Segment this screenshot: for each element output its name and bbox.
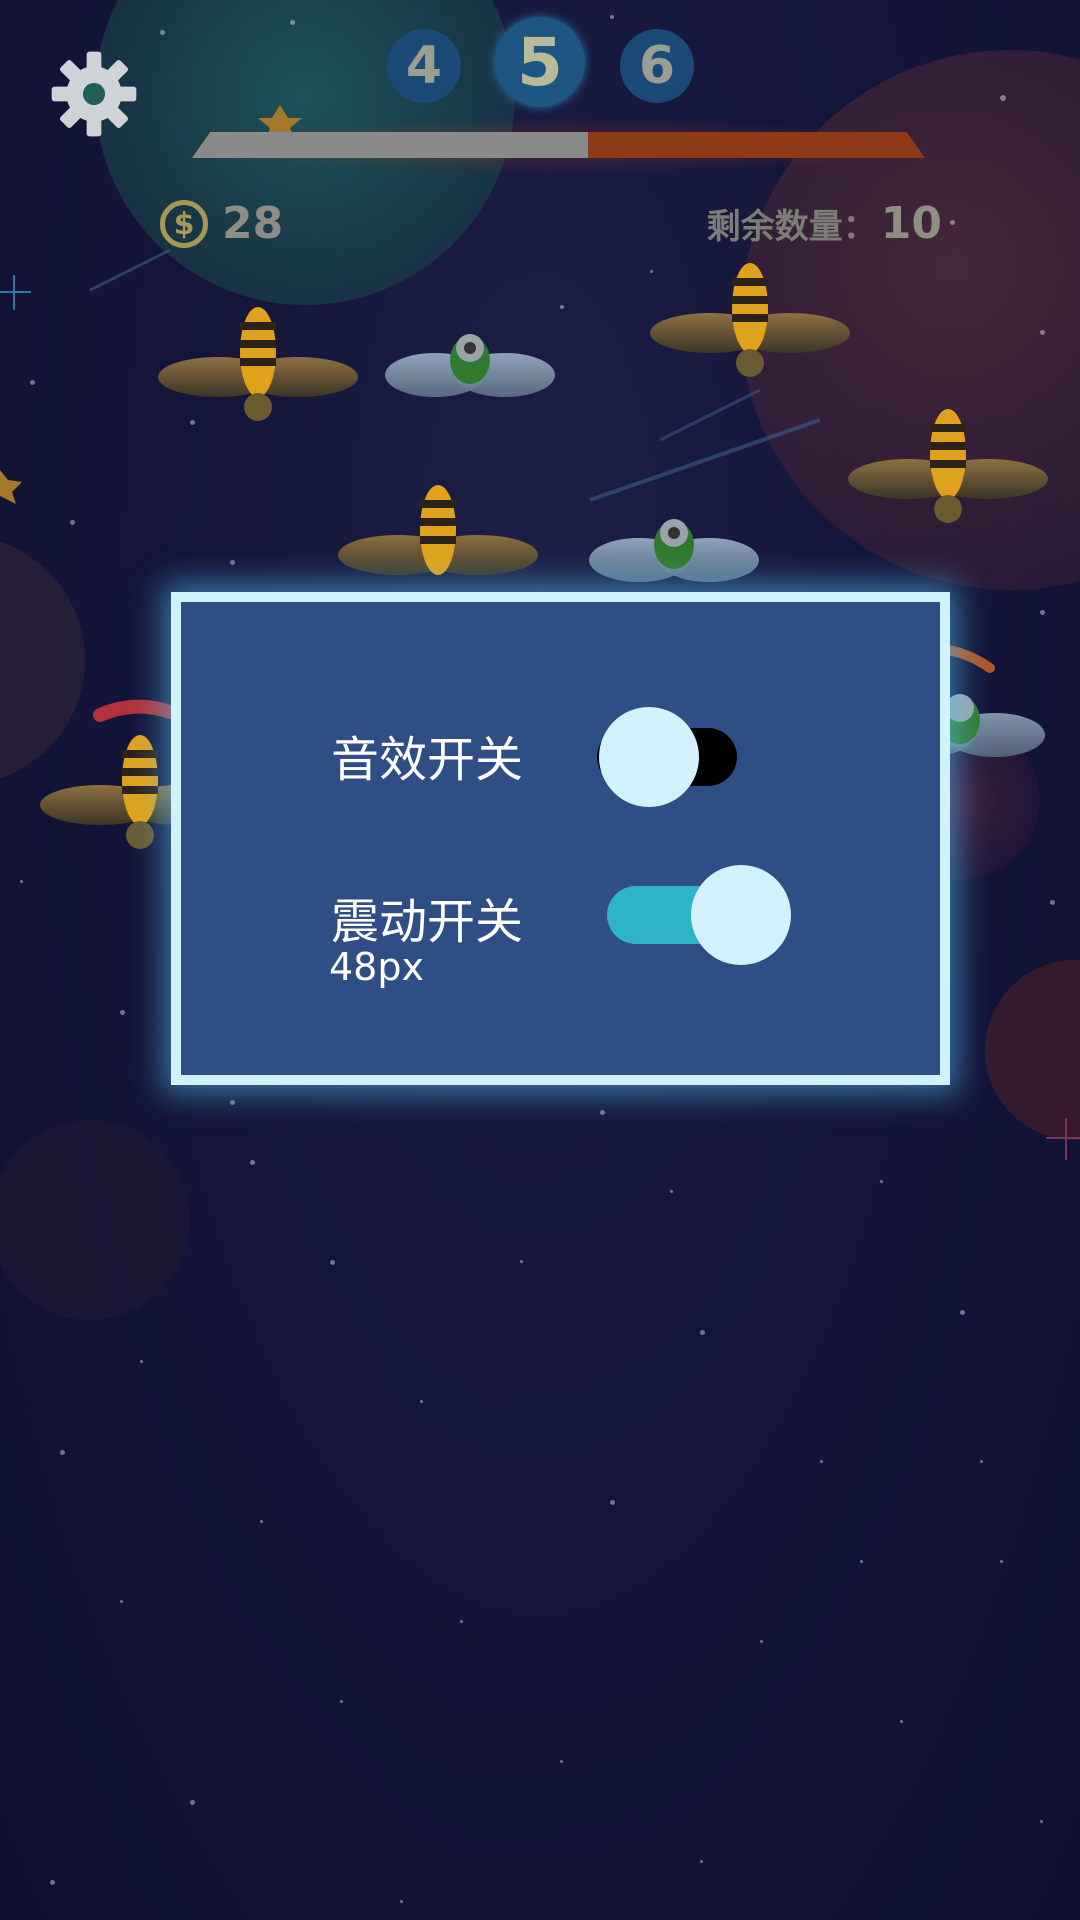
planet-right-pink xyxy=(985,960,1080,1140)
star-dot xyxy=(340,1700,343,1703)
star-dot xyxy=(980,1460,983,1463)
planet-left xyxy=(0,541,85,779)
star-dot xyxy=(600,1110,605,1115)
level-indicator-prev: 4 xyxy=(387,29,461,103)
star-pickup xyxy=(0,470,22,504)
coin-icon: $ xyxy=(160,200,208,248)
star-dot xyxy=(1050,900,1055,905)
star-dot xyxy=(160,30,165,35)
comet-streak xyxy=(89,248,171,292)
star-dot xyxy=(190,1800,195,1805)
vibration-toggle-knob[interactable] xyxy=(691,865,791,965)
star-dot xyxy=(610,15,614,19)
wasp-enemy[interactable] xyxy=(158,307,358,421)
star-dot xyxy=(190,420,195,425)
settings-dialog: 音效开关 震动开关 48px xyxy=(171,592,950,1085)
coin-count: 28 xyxy=(222,198,284,249)
remaining-label: 剩余数量： xyxy=(706,207,877,247)
star-dot xyxy=(140,1360,143,1363)
sound-toggle-knob[interactable] xyxy=(599,707,699,807)
star-dot xyxy=(880,1180,883,1183)
remaining-count: 10 xyxy=(880,198,942,249)
star-dot xyxy=(250,1160,255,1165)
comet-streak xyxy=(659,388,761,442)
planet-bottom-left xyxy=(0,1120,190,1320)
star-dot xyxy=(700,1860,703,1863)
star-dot xyxy=(230,1100,235,1105)
star-dot xyxy=(1040,330,1045,335)
star-dot xyxy=(670,1190,673,1193)
level-progress-bar xyxy=(192,132,925,158)
star-dot xyxy=(50,1880,55,1885)
fly-enemy[interactable] xyxy=(385,334,555,397)
star-dot xyxy=(520,1260,523,1263)
fly-enemy[interactable] xyxy=(589,519,759,582)
vibration-toggle-label: 震动开关 xyxy=(331,894,524,950)
vibration-note: 48px xyxy=(329,945,424,989)
star-dot xyxy=(20,880,23,883)
star-dot xyxy=(420,1400,423,1403)
star-dot xyxy=(1000,95,1006,101)
sound-toggle-label: 音效开关 xyxy=(331,732,524,788)
wasp-enemy[interactable] xyxy=(338,485,538,575)
enemy-health-bar xyxy=(93,699,177,722)
star-dot xyxy=(820,1460,823,1463)
enemy-health-bar xyxy=(943,645,995,673)
star-dot xyxy=(900,1720,903,1723)
star-dot xyxy=(760,1640,763,1643)
gear-icon[interactable] xyxy=(48,48,140,140)
star-dot xyxy=(330,1260,335,1265)
star-dot xyxy=(610,1500,615,1505)
star-dot xyxy=(260,1520,263,1523)
star-dot xyxy=(460,1620,463,1623)
star-dot xyxy=(1000,1560,1003,1563)
star-dot xyxy=(1040,1820,1043,1823)
level-indicator-next: 6 xyxy=(620,29,694,103)
star-dot xyxy=(560,1760,563,1763)
star-dot xyxy=(950,220,955,225)
star-dot xyxy=(860,1560,863,1563)
star-dot xyxy=(230,560,235,565)
level-indicator-current: 5 xyxy=(495,17,585,107)
star-dot xyxy=(290,20,295,25)
star-dot xyxy=(70,520,75,525)
star-dot xyxy=(120,1600,123,1603)
star-dot xyxy=(650,270,653,273)
star-dot xyxy=(60,1450,65,1455)
star-dot xyxy=(700,1330,705,1335)
level-progress-fill xyxy=(192,132,588,158)
star-dot xyxy=(1040,610,1045,615)
star-dot xyxy=(400,1900,403,1903)
star-dot xyxy=(30,380,35,385)
remaining-enemies: 剩余数量： 10 xyxy=(707,198,942,249)
star-dot xyxy=(960,1310,965,1315)
star-dot xyxy=(560,305,564,309)
sparkle xyxy=(0,275,31,310)
star-dot xyxy=(120,1010,125,1015)
